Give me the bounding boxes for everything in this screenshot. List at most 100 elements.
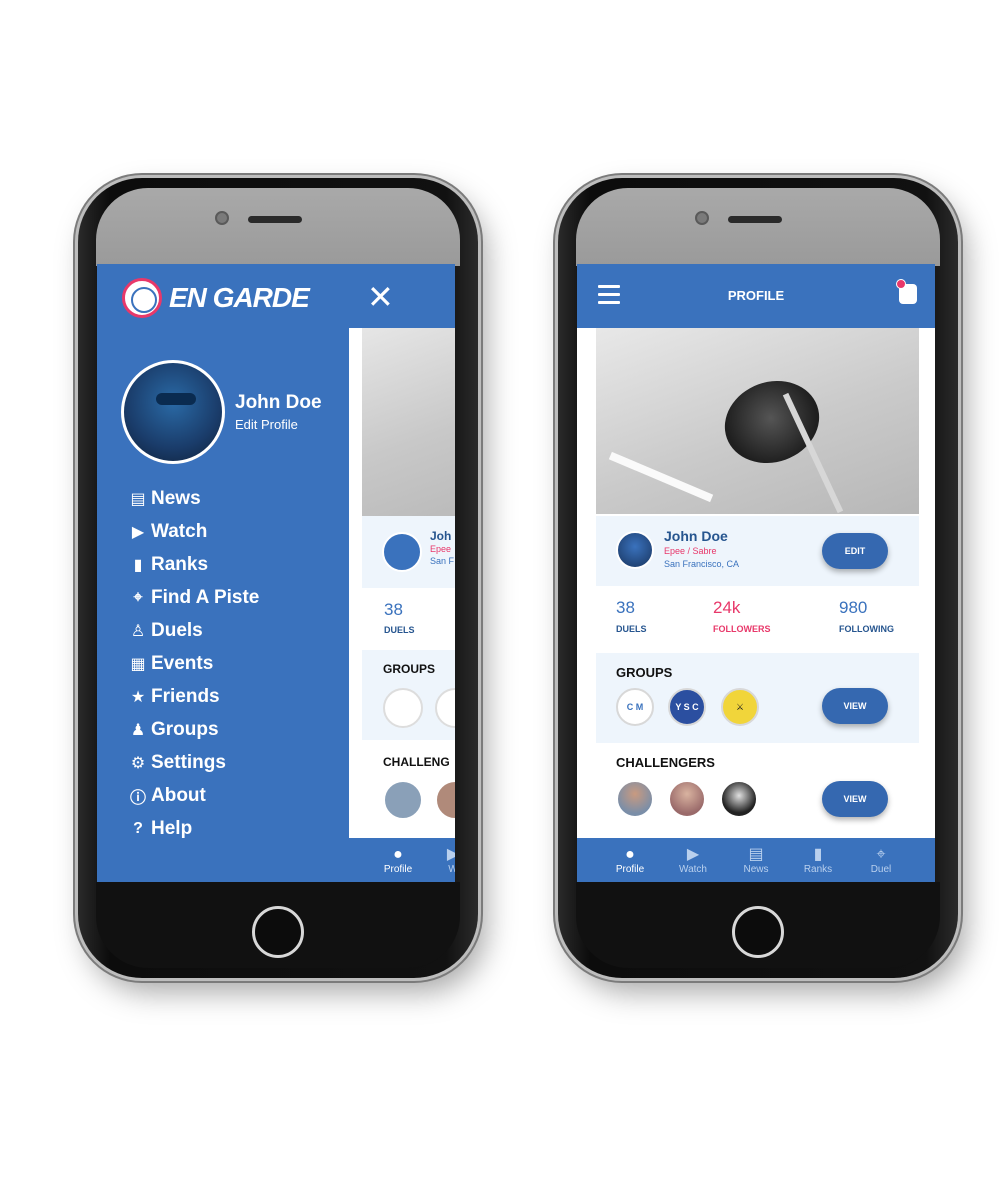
peek-groups-title: GROUPS <box>383 662 436 676</box>
groups-card: GROUPS C M Y S C ⚔ VIEW <box>596 653 919 743</box>
stat-value: 38 <box>616 598 635 617</box>
menu-item-duels[interactable]: ♙ Duels <box>127 614 259 647</box>
stat-label: FOLLOWING <box>839 624 894 634</box>
stat-duels[interactable]: 38 DUELS <box>616 598 647 634</box>
groups-title: GROUPS <box>616 665 673 680</box>
close-icon[interactable]: ✕ <box>367 278 394 316</box>
navigation-drawer: EN GARDE ✕ John Doe Edit Profile ▤ News ▶… <box>97 264 455 889</box>
drawer-user-name: John Doe <box>235 392 322 413</box>
challenger-avatar[interactable] <box>616 780 654 818</box>
profile-card: John Doe Epee / Sabre San Francisco, CA … <box>596 516 919 586</box>
stat-value: 24k <box>713 598 741 617</box>
ranks-icon: ▮ <box>133 556 143 574</box>
profile-location: San Francisco, CA <box>664 559 740 569</box>
edit-profile-button[interactable]: EDIT <box>822 533 888 569</box>
phone-top-bezel <box>576 188 940 266</box>
peek-nav-profile: ● Profile <box>371 846 425 875</box>
speaker-grille <box>248 216 302 223</box>
news-icon: ▤ <box>748 846 764 863</box>
nav-label: Profile <box>383 864 413 875</box>
nav-news[interactable]: ▤ News <box>726 846 786 875</box>
peek-profile-card: Joh Epee San F <box>362 516 455 588</box>
user-avatar[interactable] <box>121 360 225 464</box>
nav-label: Duel <box>870 864 892 875</box>
nav-label: Ranks <box>803 864 833 875</box>
menu-item-label: Settings <box>151 751 226 773</box>
menu-item-label: Find A Piste <box>151 586 260 608</box>
left-screen: EN GARDE ✕ John Doe Edit Profile ▤ News ▶… <box>97 264 455 889</box>
front-camera <box>215 211 229 225</box>
view-groups-button[interactable]: VIEW <box>822 688 888 724</box>
peek-nav-watch: ▶ W <box>443 846 455 875</box>
stat-label: DUELS <box>616 624 647 634</box>
nav-label: Watch <box>679 864 707 875</box>
challenger-avatar[interactable] <box>720 780 758 818</box>
profile-hero-image <box>596 328 919 514</box>
peek-avatar <box>382 532 422 572</box>
avatar[interactable] <box>616 531 654 569</box>
logo-emblem-icon <box>122 278 162 318</box>
stat-following[interactable]: 980 FOLLOWING <box>839 598 894 634</box>
menu-item-find-a-piste[interactable]: ⌖ Find A Piste <box>127 581 259 614</box>
logo-text: EN GARDE <box>169 282 310 313</box>
calendar-icon: ▦ <box>130 655 146 673</box>
peek-style: Epee <box>430 544 452 554</box>
group-badge[interactable]: Y S C <box>668 688 706 726</box>
menu-item-label: Duels <box>151 619 203 641</box>
menu-item-label: Groups <box>151 718 219 740</box>
group-badge[interactable]: C M <box>616 688 654 726</box>
stat-value: 980 <box>839 598 868 617</box>
group-badge[interactable]: ⚔ <box>721 688 759 726</box>
left-phone: EN GARDE ✕ John Doe Edit Profile ▤ News ▶… <box>78 178 478 978</box>
home-button[interactable] <box>252 906 304 958</box>
help-icon: ? <box>133 819 143 837</box>
menu-item-friends[interactable]: ★ Friends <box>127 680 259 713</box>
group-icon: ♟ <box>130 721 146 739</box>
peek-group-badge <box>383 688 423 728</box>
profile-weapon-style: Epee / Sabre <box>664 546 717 556</box>
info-icon: ⓘ <box>129 789 146 807</box>
front-camera <box>695 211 709 225</box>
location-pin-icon: ⌖ <box>876 846 886 863</box>
piste-line <box>608 451 714 503</box>
peek-location: San F <box>430 556 455 566</box>
menu-item-news[interactable]: ▤ News <box>127 482 259 515</box>
stat-followers[interactable]: 24k FOLLOWERS <box>713 598 771 634</box>
watch-icon: ▶ <box>131 523 145 541</box>
right-screen: PROFILE John Doe Epee / Sabre San Franci… <box>577 264 935 889</box>
menu-item-help[interactable]: ? Help <box>127 812 259 845</box>
menu-item-label: Events <box>151 652 214 674</box>
profile-name: John Doe <box>664 528 728 544</box>
en-garde-logo: EN GARDE <box>122 278 310 318</box>
nav-profile[interactable]: ● Profile <box>600 846 660 875</box>
menu-item-events[interactable]: ▦ Events <box>127 647 259 680</box>
peek-group-badge <box>435 688 455 728</box>
edit-profile-link[interactable]: Edit Profile <box>235 417 298 432</box>
menu-item-watch[interactable]: ▶ Watch <box>127 515 259 548</box>
profile-icon: ● <box>393 846 403 863</box>
menu-item-settings[interactable]: ⚙ Settings <box>127 746 259 779</box>
watch-icon: ▶ <box>686 846 700 863</box>
menu-item-label: Ranks <box>151 553 209 575</box>
right-phone: PROFILE John Doe Epee / Sabre San Franci… <box>558 178 958 978</box>
duels-icon: ♙ <box>130 622 146 640</box>
challengers-title: CHALLENGERS <box>616 755 715 770</box>
phone-top-bezel <box>96 188 460 266</box>
notifications-icon[interactable] <box>896 279 917 304</box>
menu-item-about[interactable]: ⓘ About <box>127 779 259 812</box>
speaker-grille <box>728 216 782 223</box>
menu-item-label: Help <box>151 817 193 839</box>
menu-item-groups[interactable]: ♟ Groups <box>127 713 259 746</box>
nav-ranks[interactable]: ▮ Ranks <box>788 846 848 875</box>
challenger-avatar[interactable] <box>668 780 706 818</box>
peek-duels-label: DUELS <box>384 625 415 635</box>
page-title: PROFILE <box>727 288 785 303</box>
location-pin-icon: ⌖ <box>133 588 143 606</box>
nav-watch[interactable]: ▶ Watch <box>663 846 723 875</box>
menu-item-ranks[interactable]: ▮ Ranks <box>127 548 259 581</box>
home-button[interactable] <box>732 906 784 958</box>
profile-peek-panel[interactable]: Joh Epee San F 38 DUELS GROUPS CHALLENG <box>349 328 455 838</box>
view-challengers-button[interactable]: VIEW <box>822 781 888 817</box>
profile-icon: ● <box>625 846 635 863</box>
nav-duel[interactable]: ⌖ Duel <box>851 846 911 875</box>
